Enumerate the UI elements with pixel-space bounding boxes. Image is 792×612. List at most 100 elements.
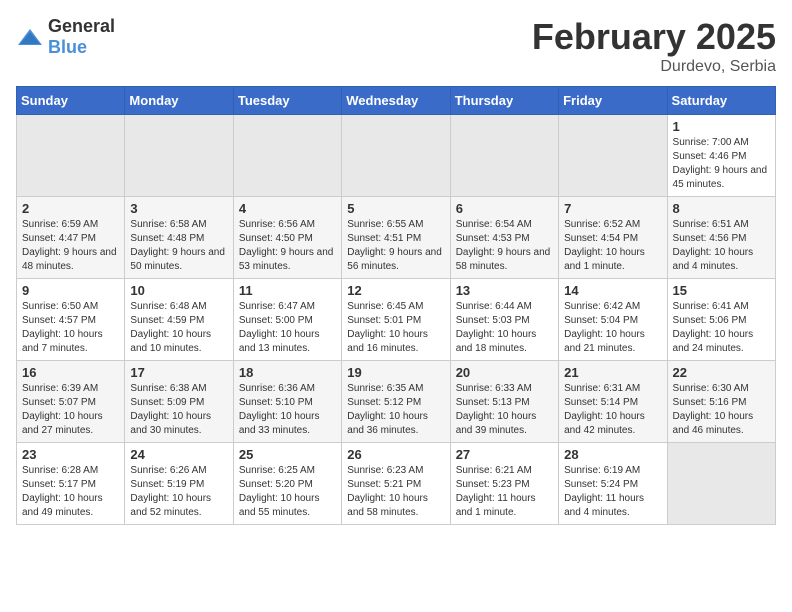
day-number: 15: [673, 283, 770, 298]
day-info: Sunrise: 6:48 AM Sunset: 4:59 PM Dayligh…: [130, 300, 227, 356]
calendar-cell: [125, 115, 233, 197]
day-info: Sunrise: 6:19 AM Sunset: 5:24 PM Dayligh…: [564, 464, 661, 520]
col-header-thursday: Thursday: [450, 87, 558, 115]
calendar-cell: 21 Sunrise: 6:31 AM Sunset: 5:14 PM Dayli…: [559, 361, 667, 443]
calendar-cell: 27 Sunrise: 6:21 AM Sunset: 5:23 PM Dayli…: [450, 443, 558, 525]
day-number: 22: [673, 365, 770, 380]
calendar-header-row: SundayMondayTuesdayWednesdayThursdayFrid…: [17, 87, 776, 115]
calendar-cell: 4Sunrise: 6:56 AM Sunset: 4:50 PM Daylig…: [233, 197, 341, 279]
day-info: Sunrise: 6:26 AM Sunset: 5:19 PM Dayligh…: [130, 464, 227, 520]
day-info: Sunrise: 6:23 AM Sunset: 5:21 PM Dayligh…: [347, 464, 444, 520]
day-number: 20: [456, 365, 553, 380]
day-info: Sunrise: 6:50 AM Sunset: 4:57 PM Dayligh…: [22, 300, 119, 356]
day-info: Sunrise: 6:39 AM Sunset: 5:07 PM Dayligh…: [22, 382, 119, 438]
day-number: 19: [347, 365, 444, 380]
location-subtitle: Durdevo, Serbia: [532, 58, 776, 76]
day-info: Sunrise: 6:33 AM Sunset: 5:13 PM Dayligh…: [456, 382, 553, 438]
day-info: Sunrise: 6:28 AM Sunset: 5:17 PM Dayligh…: [22, 464, 119, 520]
day-info: Sunrise: 6:41 AM Sunset: 5:06 PM Dayligh…: [673, 300, 770, 356]
day-info: Sunrise: 6:55 AM Sunset: 4:51 PM Dayligh…: [347, 218, 444, 274]
calendar-cell: 12 Sunrise: 6:45 AM Sunset: 5:01 PM Dayli…: [342, 279, 450, 361]
calendar-cell: 28 Sunrise: 6:19 AM Sunset: 5:24 PM Dayli…: [559, 443, 667, 525]
day-number: 18: [239, 365, 336, 380]
calendar-cell: 16 Sunrise: 6:39 AM Sunset: 5:07 PM Dayli…: [17, 361, 125, 443]
day-number: 5: [347, 201, 444, 216]
day-number: 14: [564, 283, 661, 298]
day-number: 9: [22, 283, 119, 298]
calendar-cell: 10 Sunrise: 6:48 AM Sunset: 4:59 PM Dayli…: [125, 279, 233, 361]
day-info: Sunrise: 6:44 AM Sunset: 5:03 PM Dayligh…: [456, 300, 553, 356]
calendar-cell: [559, 115, 667, 197]
logo: General Blue: [16, 16, 115, 58]
day-number: 25: [239, 447, 336, 462]
col-header-friday: Friday: [559, 87, 667, 115]
day-number: 12: [347, 283, 444, 298]
day-number: 26: [347, 447, 444, 462]
calendar-week-row: 2 Sunrise: 6:59 AM Sunset: 4:47 PM Daylig…: [17, 197, 776, 279]
calendar-week-row: 16 Sunrise: 6:39 AM Sunset: 5:07 PM Dayli…: [17, 361, 776, 443]
col-header-monday: Monday: [125, 87, 233, 115]
day-info: Sunrise: 6:54 AM Sunset: 4:53 PM Dayligh…: [456, 218, 553, 274]
day-number: 24: [130, 447, 227, 462]
calendar-cell: [17, 115, 125, 197]
day-info: Sunrise: 6:45 AM Sunset: 5:01 PM Dayligh…: [347, 300, 444, 356]
day-number: 4: [239, 201, 336, 216]
day-number: 27: [456, 447, 553, 462]
calendar-week-row: 23 Sunrise: 6:28 AM Sunset: 5:17 PM Dayli…: [17, 443, 776, 525]
logo-blue-text: Blue: [48, 37, 87, 57]
day-number: 28: [564, 447, 661, 462]
day-info: Sunrise: 6:59 AM Sunset: 4:47 PM Dayligh…: [22, 218, 119, 274]
calendar-cell: 20 Sunrise: 6:33 AM Sunset: 5:13 PM Dayli…: [450, 361, 558, 443]
calendar-cell: 8 Sunrise: 6:51 AM Sunset: 4:56 PM Daylig…: [667, 197, 775, 279]
day-info: Sunrise: 6:25 AM Sunset: 5:20 PM Dayligh…: [239, 464, 336, 520]
day-number: 21: [564, 365, 661, 380]
day-info: Sunrise: 6:58 AM Sunset: 4:48 PM Dayligh…: [130, 218, 227, 274]
calendar-cell: 23 Sunrise: 6:28 AM Sunset: 5:17 PM Dayli…: [17, 443, 125, 525]
day-info: Sunrise: 6:35 AM Sunset: 5:12 PM Dayligh…: [347, 382, 444, 438]
calendar-cell: 14Sunrise: 6:42 AM Sunset: 5:04 PM Dayli…: [559, 279, 667, 361]
day-info: Sunrise: 6:36 AM Sunset: 5:10 PM Dayligh…: [239, 382, 336, 438]
day-number: 10: [130, 283, 227, 298]
day-info: Sunrise: 6:38 AM Sunset: 5:09 PM Dayligh…: [130, 382, 227, 438]
calendar-cell: 15 Sunrise: 6:41 AM Sunset: 5:06 PM Dayli…: [667, 279, 775, 361]
col-header-saturday: Saturday: [667, 87, 775, 115]
calendar-cell: 9 Sunrise: 6:50 AM Sunset: 4:57 PM Daylig…: [17, 279, 125, 361]
col-header-wednesday: Wednesday: [342, 87, 450, 115]
day-number: 16: [22, 365, 119, 380]
day-number: 23: [22, 447, 119, 462]
calendar-cell: 3Sunrise: 6:58 AM Sunset: 4:48 PM Daylig…: [125, 197, 233, 279]
calendar-cell: 6 Sunrise: 6:54 AM Sunset: 4:53 PM Daylig…: [450, 197, 558, 279]
calendar-cell: 26 Sunrise: 6:23 AM Sunset: 5:21 PM Dayli…: [342, 443, 450, 525]
day-number: 2: [22, 201, 119, 216]
month-year-title: February 2025: [532, 16, 776, 58]
calendar-cell: 19 Sunrise: 6:35 AM Sunset: 5:12 PM Dayli…: [342, 361, 450, 443]
calendar-cell: [450, 115, 558, 197]
calendar-cell: [342, 115, 450, 197]
day-info: Sunrise: 6:51 AM Sunset: 4:56 PM Dayligh…: [673, 218, 770, 274]
calendar-cell: 7Sunrise: 6:52 AM Sunset: 4:54 PM Daylig…: [559, 197, 667, 279]
calendar-cell: [667, 443, 775, 525]
day-info: Sunrise: 6:30 AM Sunset: 5:16 PM Dayligh…: [673, 382, 770, 438]
day-number: 17: [130, 365, 227, 380]
calendar-cell: [233, 115, 341, 197]
page-header: General Blue February 2025 Durdevo, Serb…: [16, 16, 776, 76]
day-number: 13: [456, 283, 553, 298]
calendar-cell: 2 Sunrise: 6:59 AM Sunset: 4:47 PM Daylig…: [17, 197, 125, 279]
day-info: Sunrise: 6:31 AM Sunset: 5:14 PM Dayligh…: [564, 382, 661, 438]
col-header-tuesday: Tuesday: [233, 87, 341, 115]
day-info: Sunrise: 6:21 AM Sunset: 5:23 PM Dayligh…: [456, 464, 553, 520]
day-info: Sunrise: 6:47 AM Sunset: 5:00 PM Dayligh…: [239, 300, 336, 356]
day-info: Sunrise: 7:00 AM Sunset: 4:46 PM Dayligh…: [673, 136, 770, 192]
col-header-sunday: Sunday: [17, 87, 125, 115]
calendar-cell: 5 Sunrise: 6:55 AM Sunset: 4:51 PM Daylig…: [342, 197, 450, 279]
calendar-week-row: 9 Sunrise: 6:50 AM Sunset: 4:57 PM Daylig…: [17, 279, 776, 361]
day-number: 6: [456, 201, 553, 216]
calendar-cell: 1 Sunrise: 7:00 AM Sunset: 4:46 PM Daylig…: [667, 115, 775, 197]
calendar-week-row: 1 Sunrise: 7:00 AM Sunset: 4:46 PM Daylig…: [17, 115, 776, 197]
calendar-cell: 18 Sunrise: 6:36 AM Sunset: 5:10 PM Dayli…: [233, 361, 341, 443]
title-area: February 2025 Durdevo, Serbia: [532, 16, 776, 76]
calendar-cell: 24 Sunrise: 6:26 AM Sunset: 5:19 PM Dayli…: [125, 443, 233, 525]
calendar-cell: 11Sunrise: 6:47 AM Sunset: 5:00 PM Dayli…: [233, 279, 341, 361]
day-number: 8: [673, 201, 770, 216]
day-number: 1: [673, 119, 770, 134]
